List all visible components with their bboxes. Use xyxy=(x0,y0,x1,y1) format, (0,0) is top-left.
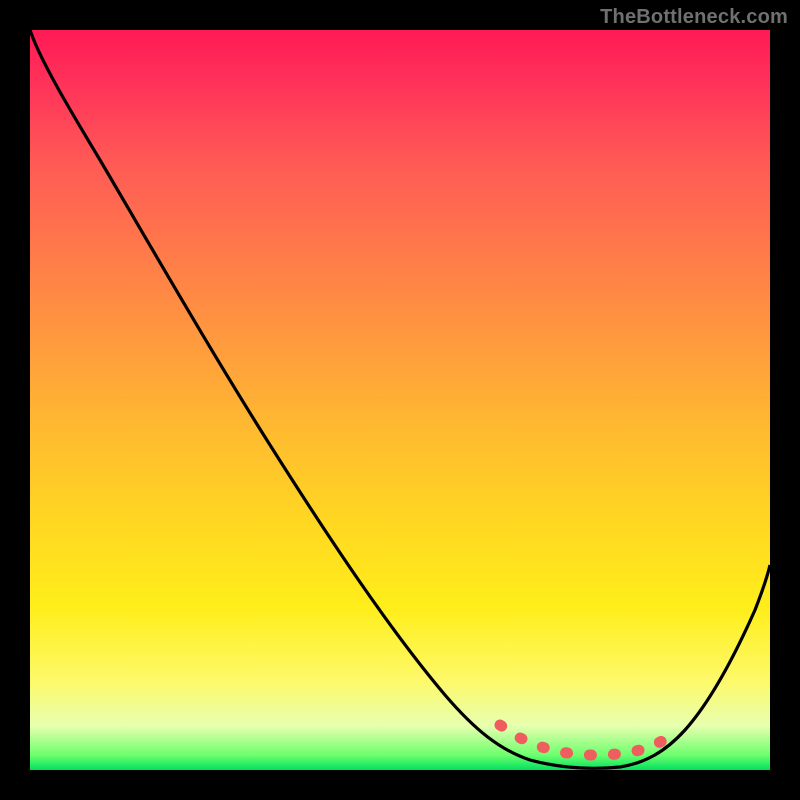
optimal-range-line xyxy=(500,725,666,755)
chart-frame: TheBottleneck.com xyxy=(0,0,800,800)
chart-svg xyxy=(30,30,770,770)
bottleneck-curve-line xyxy=(30,30,770,768)
watermark-label: TheBottleneck.com xyxy=(600,6,788,29)
plot-area xyxy=(30,30,770,770)
